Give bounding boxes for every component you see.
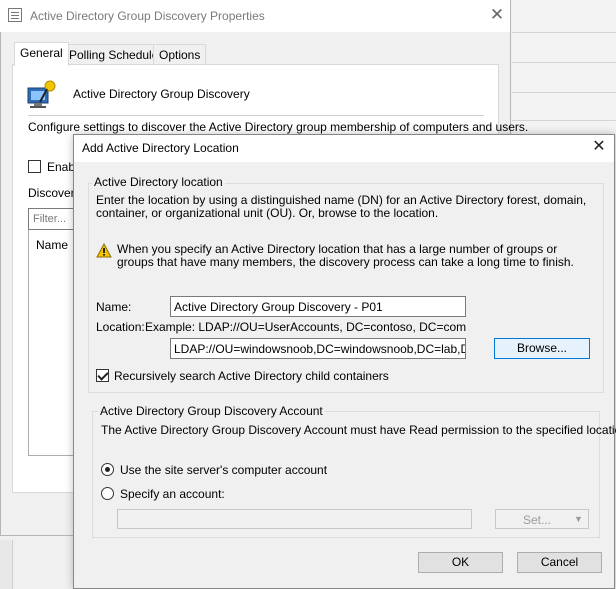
properties-close-icon[interactable]: ✕	[484, 4, 510, 26]
location-group-title: Active Directory location	[92, 175, 225, 189]
account-field	[117, 509, 472, 529]
ok-button[interactable]: OK	[418, 552, 503, 573]
properties-heading: Active Directory Group Discovery	[73, 87, 250, 101]
specify-account-radio[interactable]	[101, 487, 114, 500]
cancel-button[interactable]: Cancel	[517, 552, 602, 573]
tab-options[interactable]: Options	[153, 44, 207, 64]
enable-discovery-checkbox[interactable]	[28, 160, 41, 173]
tab-general[interactable]: General	[14, 42, 69, 66]
background-divider	[512, 62, 616, 63]
account-description: The Active Directory Group Discovery Acc…	[101, 423, 616, 437]
properties-description: Configure settings to discover the Activ…	[28, 120, 529, 134]
warning-icon	[96, 243, 112, 258]
background-panel	[0, 540, 13, 589]
divider	[28, 115, 484, 116]
specify-account-label[interactable]: Specify an account:	[120, 487, 225, 501]
recursive-search-label[interactable]: Recursively search Active Directory chil…	[114, 369, 389, 383]
name-field[interactable]: Active Directory Group Discovery - P01	[170, 296, 466, 317]
background-divider	[512, 92, 616, 93]
list-column-header-name[interactable]: Name	[36, 238, 68, 252]
location-instructions: Enter the location by using a distinguis…	[96, 193, 587, 220]
set-account-label: Set...	[523, 513, 552, 527]
computer-account-radio[interactable]	[101, 463, 114, 476]
active-directory-icon	[27, 80, 56, 108]
set-account-button: Set... ▼	[495, 509, 589, 529]
dialog-close-icon[interactable]: ✕	[585, 136, 613, 158]
location-label: Location:	[96, 320, 145, 334]
tab-polling-schedule[interactable]: Polling Schedule	[63, 44, 165, 64]
browse-button[interactable]: Browse...	[494, 338, 590, 359]
computer-account-label[interactable]: Use the site server's computer account	[120, 463, 327, 477]
name-label: Name:	[96, 300, 132, 314]
location-field[interactable]: LDAP://OU=windowsnoob,DC=windowsnoob,DC=…	[170, 338, 466, 359]
properties-window-icon	[8, 8, 22, 22]
account-group-title: Active Directory Group Discovery Account	[98, 404, 325, 418]
properties-title: Active Directory Group Discovery Propert…	[30, 9, 265, 23]
recursive-search-checkbox[interactable]	[96, 369, 109, 382]
background-divider	[512, 32, 616, 33]
dialog-title: Add Active Directory Location	[82, 141, 239, 155]
location-example: Example: LDAP://OU=UserAccounts, DC=cont…	[145, 320, 467, 334]
chevron-down-icon: ▼	[574, 514, 583, 524]
warning-text: When you specify an Active Directory loc…	[117, 242, 574, 269]
